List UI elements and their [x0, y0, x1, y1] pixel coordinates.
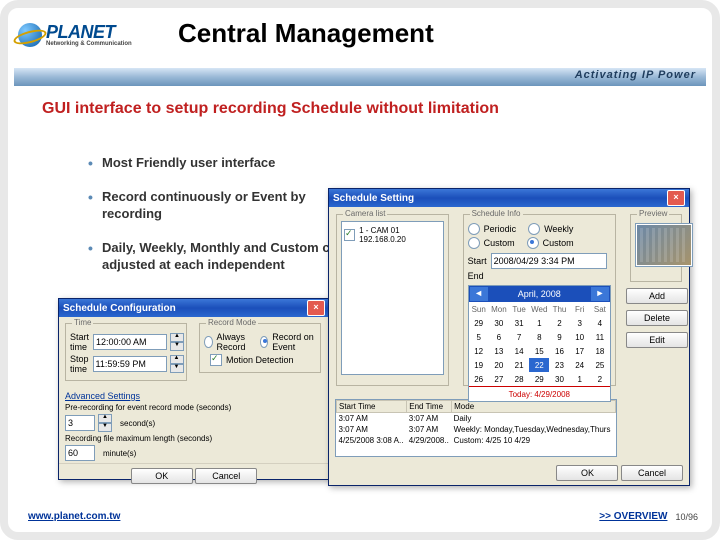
- chevron-down-icon[interactable]: ▼: [170, 342, 184, 351]
- bullet-item: Record continuously or Event by recordin…: [88, 188, 368, 223]
- camera-listbox[interactable]: 1 - CAM 01 192.168.0.20: [341, 221, 444, 375]
- schedule-table[interactable]: Start TimeEnd TimeMode 3:07 AM3:07 AMDai…: [335, 399, 617, 457]
- titlebar[interactable]: Schedule Setting ×: [329, 189, 689, 207]
- dialog-schedule-setting: Schedule Setting × Camera list 1 - CAM 0…: [328, 188, 690, 486]
- footer-url[interactable]: www.planet.com.tw: [28, 511, 120, 522]
- group-preview: Preview: [630, 214, 682, 282]
- col-mode[interactable]: Mode: [452, 401, 616, 413]
- camera-preview: [635, 223, 693, 267]
- advanced-link[interactable]: Advanced Settings: [65, 391, 329, 401]
- dialog-title: Schedule Setting: [333, 193, 414, 204]
- col-end[interactable]: End Time: [407, 401, 452, 413]
- radio-label: Always Record: [217, 332, 256, 352]
- ok-button[interactable]: OK: [556, 465, 618, 481]
- radio-weekly[interactable]: [528, 223, 540, 235]
- checkbox-motion[interactable]: [210, 354, 222, 366]
- slide-subtitle: GUI interface to setup recording Schedul…: [42, 100, 499, 118]
- radio-label: Periodic: [484, 224, 517, 234]
- edit-button[interactable]: Edit: [626, 332, 688, 348]
- chevron-up-icon[interactable]: ▲: [170, 355, 184, 364]
- overview-link[interactable]: >> OVERVIEW: [599, 511, 667, 522]
- col-start[interactable]: Start Time: [337, 401, 407, 413]
- group-time: Time Start time ▲▼ Stop time ▲▼: [65, 323, 187, 381]
- cancel-button[interactable]: Cancel: [195, 468, 257, 484]
- end-label: End: [468, 271, 484, 281]
- close-icon[interactable]: ×: [307, 300, 325, 316]
- brand-name: PLANET: [46, 22, 132, 43]
- spinner[interactable]: ▲▼: [98, 414, 112, 432]
- chevron-left-icon[interactable]: ◄: [470, 287, 488, 301]
- page-number: 10/96: [675, 512, 698, 522]
- start-label: Start: [468, 256, 487, 266]
- group-label: Record Mode: [206, 318, 258, 327]
- start-time-input[interactable]: [93, 334, 167, 350]
- radio-custom2[interactable]: [527, 237, 539, 249]
- bullet-list: Most Friendly user interface Record cont…: [48, 154, 368, 290]
- checkbox-label: Motion Detection: [226, 355, 294, 365]
- group-label: Time: [72, 318, 93, 327]
- radio-label: Weekly: [544, 224, 573, 234]
- radio-custom[interactable]: [468, 237, 480, 249]
- camera-item[interactable]: 1 - CAM 01 192.168.0.20: [359, 226, 440, 244]
- chevron-right-icon[interactable]: ►: [591, 287, 609, 301]
- table-row[interactable]: 3:07 AM3:07 AMWeekly: Monday,Tuesday,Wed…: [337, 424, 616, 435]
- start-time-label: Start time: [70, 332, 89, 352]
- group-schedule-info: Schedule Info Periodic Weekly Custom Cus…: [463, 214, 616, 386]
- calendar-month: April, 2008: [489, 289, 590, 299]
- radio-event[interactable]: [260, 336, 269, 348]
- bullet-item: Most Friendly user interface: [88, 154, 368, 172]
- radio-label: Record on Event: [272, 332, 316, 352]
- brand-logo: PLANET Networking & Communication: [18, 22, 132, 47]
- cancel-button[interactable]: Cancel: [621, 465, 683, 481]
- radio-always[interactable]: [204, 336, 213, 348]
- table-row[interactable]: 4/25/2008 3:08 A..4/29/2008..Custom: 4/2…: [337, 435, 616, 446]
- chevron-down-icon[interactable]: ▼: [98, 423, 112, 432]
- stop-time-label: Stop time: [70, 354, 89, 374]
- today-link[interactable]: Today: 4/29/2008: [469, 387, 610, 402]
- titlebar[interactable]: Schedule Configuration ×: [59, 299, 329, 317]
- group-record-mode: Record Mode Always Record Record on Even…: [199, 323, 321, 373]
- dialog-title: Schedule Configuration: [63, 303, 176, 314]
- prerec-label: Pre-recording for event record mode (sec…: [65, 403, 231, 412]
- slide: PLANET Networking & Communication Centra…: [0, 0, 720, 540]
- add-button[interactable]: Add: [626, 288, 688, 304]
- close-icon[interactable]: ×: [667, 190, 685, 206]
- slide-title: Central Management: [178, 18, 434, 49]
- spinner[interactable]: ▲▼: [170, 333, 184, 351]
- radio-periodic[interactable]: [468, 223, 480, 235]
- table-row[interactable]: 3:07 AM3:07 AMDaily: [337, 413, 616, 425]
- calendar[interactable]: ◄ April, 2008 ► SunMonTueWedThuFriSat 29…: [468, 285, 611, 402]
- stop-time-input[interactable]: [93, 356, 167, 372]
- start-date-input[interactable]: [491, 253, 607, 269]
- chevron-down-icon[interactable]: ▼: [170, 364, 184, 373]
- dialog-schedule-configuration: Schedule Configuration × Time Start time…: [58, 298, 330, 480]
- bar-slogan: Activating IP Power: [575, 69, 696, 81]
- maxlen-label: Recording file maximum length (seconds): [65, 434, 212, 443]
- ok-button[interactable]: OK: [131, 468, 193, 484]
- brand-tagline: Networking & Communication: [46, 41, 132, 47]
- checkbox-camera[interactable]: [344, 229, 355, 241]
- footer: www.planet.com.tw >> OVERVIEW 10/96: [28, 511, 698, 522]
- header: PLANET Networking & Communication Centra…: [18, 16, 702, 66]
- header-bar: Activating IP Power: [14, 68, 706, 86]
- maxlen-input[interactable]: [65, 445, 95, 461]
- group-label: Camera list: [343, 209, 387, 218]
- chevron-up-icon[interactable]: ▲: [170, 333, 184, 342]
- chevron-up-icon[interactable]: ▲: [98, 414, 112, 423]
- spinner[interactable]: ▲▼: [170, 355, 184, 373]
- radio-label: Custom: [543, 238, 574, 248]
- group-label: Schedule Info: [470, 209, 523, 218]
- group-camera-list: Camera list 1 - CAM 01 192.168.0.20: [336, 214, 449, 386]
- globe-icon: [18, 23, 42, 47]
- radio-label: Custom: [484, 238, 515, 248]
- bullet-item: Daily, Weekly, Monthly and Custom can be…: [88, 239, 368, 274]
- prerec-input[interactable]: [65, 415, 95, 431]
- delete-button[interactable]: Delete: [626, 310, 688, 326]
- group-label: Preview: [637, 209, 669, 218]
